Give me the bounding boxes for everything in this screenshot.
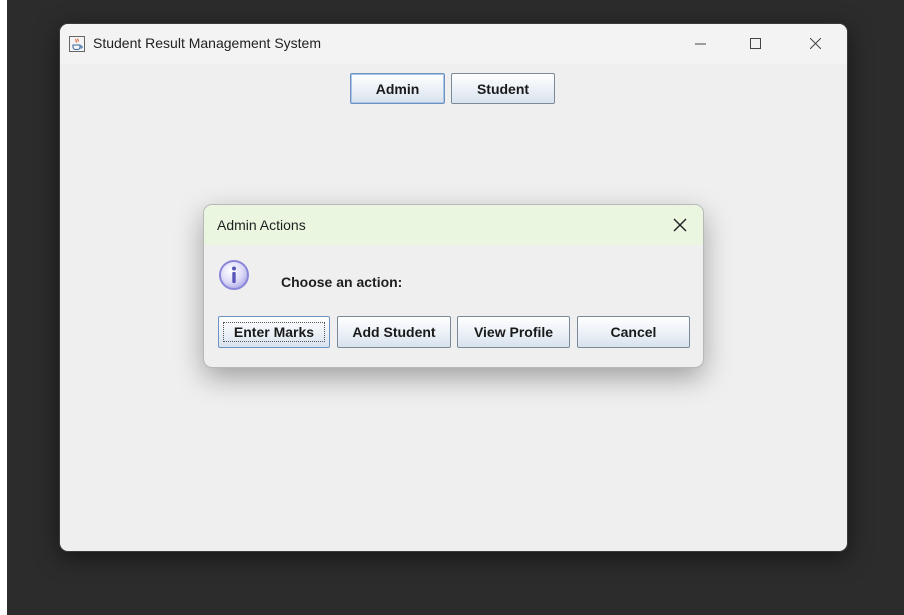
window-title: Student Result Management System bbox=[93, 35, 322, 51]
java-cup-icon bbox=[69, 36, 85, 52]
dialog-title: Admin Actions bbox=[217, 217, 306, 233]
window-close-button[interactable] bbox=[792, 24, 838, 64]
add-student-button[interactable]: Add Student bbox=[337, 316, 451, 348]
info-icon bbox=[219, 260, 249, 290]
minimize-icon bbox=[695, 43, 706, 45]
enter-marks-button[interactable]: Enter Marks bbox=[218, 316, 330, 348]
view-profile-button[interactable]: View Profile bbox=[457, 316, 570, 348]
dialog-close-icon[interactable] bbox=[672, 217, 688, 233]
cancel-button[interactable]: Cancel bbox=[577, 316, 690, 348]
admin-actions-dialog: Admin Actions Choose an action: Enter Ma… bbox=[204, 205, 703, 367]
focus-ring bbox=[223, 322, 325, 342]
maximize-icon bbox=[750, 38, 761, 49]
minimize-button[interactable] bbox=[677, 24, 723, 64]
main-window-titlebar[interactable]: Student Result Management System bbox=[60, 24, 847, 64]
student-button[interactable]: Student bbox=[451, 73, 555, 104]
close-icon bbox=[810, 38, 821, 49]
dialog-titlebar[interactable]: Admin Actions bbox=[204, 205, 703, 245]
dialog-message: Choose an action: bbox=[281, 274, 403, 290]
maximize-button[interactable] bbox=[732, 24, 778, 64]
admin-button[interactable]: Admin bbox=[350, 73, 445, 104]
